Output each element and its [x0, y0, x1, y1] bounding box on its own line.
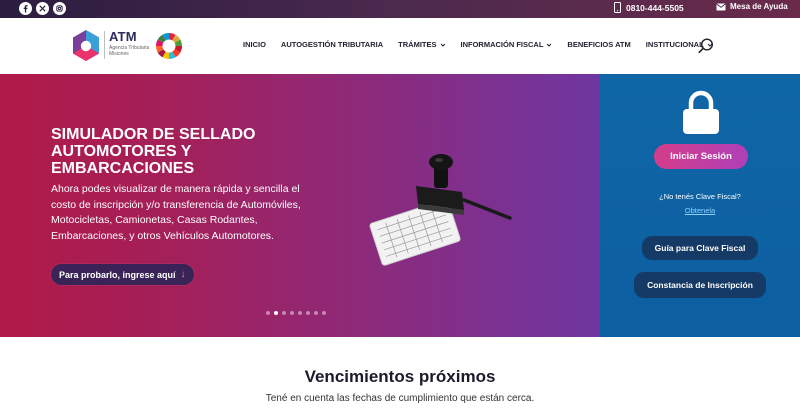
chevron-down-icon	[440, 43, 445, 47]
logo-text: ATM Agencia Tributaria Misiones	[109, 30, 151, 57]
help-desk-label: Mesa de Ayuda	[730, 2, 788, 11]
nav-label: INFORMACIÓN FISCAL	[460, 40, 544, 49]
nav-label: INICIO	[243, 40, 266, 49]
hero-title: SIMULADOR DE SELLADO AUTOMOTORES Y EMBAR…	[51, 126, 256, 177]
main-nav: INICIO AUTOGESTIÓN TRIBUTARIA TRÁMITES I…	[243, 40, 728, 49]
section-subtitle: Tené en cuenta las fechas de cumplimient…	[265, 393, 535, 404]
get-fiscal-key-link[interactable]: Obtenela	[600, 206, 800, 215]
carousel-dot-active[interactable]	[274, 311, 278, 315]
no-fiscal-key-question: ¿No tenés Clave Fiscal?	[659, 192, 741, 201]
login-button[interactable]: Iniciar Sesión	[654, 144, 748, 169]
logo-divider	[104, 31, 105, 59]
carousel-dot[interactable]	[298, 311, 302, 315]
nav-tramites[interactable]: TRÁMITES	[398, 40, 445, 49]
carousel-dot[interactable]	[282, 311, 286, 315]
carousel-dot[interactable]	[322, 311, 326, 315]
hero-cta-button[interactable]: Para probarlo, ingrese aquí ↓	[51, 264, 194, 285]
instagram-icon[interactable]	[53, 2, 66, 15]
section-title: Vencimientos próximos	[304, 367, 496, 386]
registration-certificate-button[interactable]: Constancia de Inscripción	[634, 272, 766, 298]
atm-logo-icon[interactable]	[71, 29, 101, 62]
chevron-down-icon	[547, 43, 552, 47]
carousel-dot[interactable]	[266, 311, 270, 315]
nav-label: INSTITUCIONAL	[645, 40, 704, 49]
carousel-dots	[266, 311, 326, 315]
nav-beneficios-atm[interactable]: BENEFICIOS ATM	[567, 40, 630, 49]
hero-cta-label: Para probarlo, ingrese aquí	[59, 269, 176, 280]
phone-icon	[614, 2, 621, 13]
sdg-wheel-icon	[155, 32, 183, 60]
login-panel: Iniciar Sesión ¿No tenés Clave Fiscal? O…	[600, 74, 800, 337]
phone-number: 0810-444-5505	[626, 2, 684, 13]
rubber-stamp-illustration	[369, 154, 512, 266]
top-bar: 0810-444-5505 Mesa de Ayuda	[0, 0, 800, 18]
hero-description: Ahora podes visualizar de manera rápida …	[51, 183, 301, 242]
nav-label: TRÁMITES	[398, 40, 437, 49]
nav-informacion-fiscal[interactable]: INFORMACIÓN FISCAL	[461, 40, 553, 49]
facebook-icon[interactable]	[19, 2, 32, 15]
lock-icon	[683, 90, 719, 134]
carousel-dot[interactable]	[290, 311, 294, 315]
carousel-dot[interactable]	[306, 311, 310, 315]
site-header: ATM Agencia Tributaria Misiones INICIO A…	[0, 18, 800, 74]
envelope-icon	[716, 3, 726, 10]
arrow-down-icon: ↓	[180, 269, 186, 280]
nav-autogestion-tributaria[interactable]: AUTOGESTIÓN TRIBUTARIA	[281, 40, 383, 49]
search-icon[interactable]	[697, 37, 715, 55]
hero-banner: SIMULADOR DE SELLADO AUTOMOTORES Y EMBAR…	[0, 74, 600, 337]
logo-subtitle: Agencia Tributaria Misiones	[109, 45, 150, 57]
carousel-dot[interactable]	[314, 311, 318, 315]
fiscal-key-guide-button[interactable]: Guía para Clave Fiscal	[642, 236, 758, 260]
x-icon[interactable]	[36, 2, 49, 15]
help-desk-link[interactable]: Mesa de Ayuda	[716, 2, 788, 11]
phone-contact[interactable]: 0810-444-5505	[614, 2, 684, 13]
nav-label: AUTOGESTIÓN TRIBUTARIA	[280, 40, 384, 49]
nav-label: BENEFICIOS ATM	[567, 40, 631, 49]
nav-inicio[interactable]: INICIO	[243, 40, 266, 49]
logo-title: ATM	[109, 29, 137, 44]
